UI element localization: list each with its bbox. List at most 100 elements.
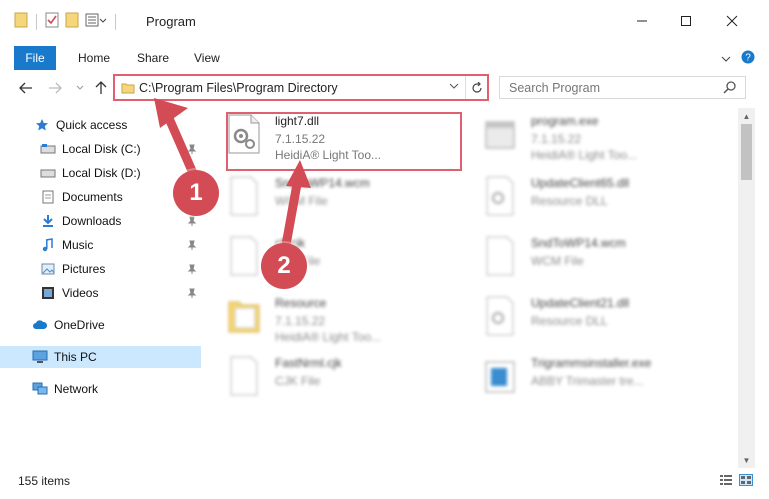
sidebar-item-label: This PC — [54, 350, 97, 364]
computer-icon — [32, 349, 48, 365]
minimize-button[interactable] — [628, 8, 656, 34]
list-item[interactable]: Trigrammsinstaller.exe ABBY Trimaster tr… — [469, 350, 709, 408]
folder-icon — [228, 301, 260, 333]
cloud-icon — [32, 317, 48, 333]
list-item[interactable]: UpdateClient65.dll Resource DLL — [469, 170, 709, 228]
file-icon — [230, 236, 258, 276]
navigation-pane: Quick access Local Disk (C:) Local Disk … — [0, 110, 205, 470]
scroll-up-icon[interactable]: ▲ — [738, 108, 755, 124]
sidebar-item-label: Local Disk (D:) — [62, 166, 141, 180]
tiles-view-icon[interactable] — [739, 474, 753, 489]
new-folder-icon[interactable] — [65, 12, 79, 31]
sidebar-item-videos[interactable]: Videos — [0, 282, 201, 304]
window-title: Program — [146, 14, 196, 29]
list-item[interactable]: FastNrml.cjk CJK File — [213, 350, 453, 408]
close-icon — [726, 15, 738, 27]
tab-file[interactable]: File — [14, 46, 56, 70]
forward-button[interactable] — [45, 79, 65, 97]
back-button[interactable] — [16, 79, 36, 97]
sidebar-item-label: Videos — [62, 286, 99, 300]
title-bar: Program — [0, 0, 769, 42]
pin-icon[interactable] — [187, 263, 197, 277]
maximize-button[interactable] — [672, 8, 700, 34]
list-item[interactable]: Resource 7.1.15.22 HeidiA® Light Too... — [213, 290, 453, 348]
sidebar-item-label: Music — [62, 238, 94, 252]
sidebar-item-local-disk-c[interactable]: Local Disk (C:) — [0, 138, 201, 160]
maximize-icon — [681, 16, 691, 26]
sidebar-item-documents[interactable]: Documents — [0, 186, 201, 208]
sidebar-item-music[interactable]: Music — [0, 234, 201, 256]
customize-toolbar-icon[interactable] — [85, 13, 107, 30]
chevron-down-icon[interactable] — [449, 81, 459, 93]
close-button[interactable] — [718, 8, 746, 34]
scroll-down-icon[interactable]: ▼ — [738, 452, 755, 468]
sidebar-item-quick-access[interactable]: Quick access — [0, 114, 201, 136]
search-input[interactable]: Search Program — [499, 76, 746, 99]
file-name: program.exe — [531, 114, 599, 128]
network-icon — [32, 381, 48, 397]
tab-view[interactable]: View — [194, 46, 220, 70]
drive-icon — [40, 141, 56, 157]
refresh-button[interactable] — [465, 76, 487, 99]
tab-share[interactable]: Share — [137, 46, 169, 70]
file-type: WCM File — [531, 254, 584, 268]
file-name: SndToWP14.wcm — [531, 236, 626, 250]
dll-file-icon — [486, 176, 514, 216]
folder-icon — [121, 81, 135, 98]
file-type: WCM File — [275, 194, 328, 208]
dll-file-icon — [486, 296, 514, 336]
list-item[interactable]: SndToWP14.wcm WCM File — [469, 230, 709, 288]
file-name: SndToWP14.wcm — [275, 176, 370, 190]
folder-icon[interactable] — [14, 12, 28, 31]
step-badge-2: 2 — [261, 243, 307, 289]
refresh-icon — [471, 81, 482, 93]
sidebar-item-label: Quick access — [56, 118, 128, 132]
highlight-box — [226, 112, 462, 171]
search-placeholder: Search Program — [509, 81, 601, 95]
address-bar[interactable]: C:\Program Files\Program Directory — [113, 74, 489, 101]
sidebar-item-local-disk-d[interactable]: Local Disk (D:) — [0, 162, 201, 184]
list-item[interactable]: UpdateClient21.dll Resource DLL — [469, 290, 709, 348]
file-icon — [230, 356, 258, 396]
list-item[interactable]: SndToWP14.wcm WCM File — [213, 170, 453, 228]
pin-icon[interactable] — [187, 287, 197, 301]
file-version: 7.1.15.22 — [531, 132, 582, 146]
expand-ribbon-icon[interactable] — [721, 52, 731, 66]
file-description: HeidiA® Light Too... — [531, 148, 638, 162]
scroll-thumb[interactable] — [741, 124, 752, 180]
sidebar-item-pictures[interactable]: Pictures — [0, 258, 201, 280]
sidebar-item-downloads[interactable]: Downloads — [0, 210, 201, 232]
sidebar-item-label: Documents — [62, 190, 123, 204]
sidebar-item-onedrive[interactable]: OneDrive — [0, 314, 201, 336]
file-name: UpdateClient21.dll — [531, 296, 630, 310]
up-button[interactable] — [91, 79, 111, 97]
help-icon[interactable]: ? — [741, 50, 755, 67]
file-type: CJK File — [275, 374, 321, 388]
downloads-icon — [40, 213, 56, 229]
sidebar-item-network[interactable]: Network — [0, 378, 201, 400]
navigation-bar: C:\Program Files\Program Directory Searc… — [0, 74, 769, 102]
list-item[interactable]: program.exe 7.1.15.22 HeidiA® Light Too.… — [469, 108, 709, 166]
toolbar-separator — [36, 13, 37, 30]
pin-icon[interactable] — [187, 239, 197, 253]
vertical-scrollbar[interactable]: ▲ ▼ — [738, 108, 755, 468]
ribbon: File Home Share View ? — [0, 46, 769, 70]
file-name: UpdateClient65.dll — [531, 176, 630, 190]
search-icon — [723, 80, 737, 97]
arrow-left-icon — [19, 82, 32, 94]
pin-icon[interactable] — [187, 215, 197, 229]
details-view-icon[interactable] — [719, 474, 733, 489]
tab-home[interactable]: Home — [78, 46, 110, 70]
sidebar-item-this-pc[interactable]: This PC — [0, 346, 201, 368]
sidebar-item-label: Network — [54, 382, 99, 396]
pictures-icon — [40, 261, 56, 277]
arrow-right-icon — [49, 82, 62, 94]
recent-locations-button[interactable] — [70, 79, 90, 97]
list-item[interactable]: cfl.cjk CJK File — [213, 230, 453, 288]
sidebar-item-label: OneDrive — [54, 318, 105, 332]
file-icon — [230, 176, 258, 216]
properties-icon[interactable] — [45, 12, 59, 31]
minimize-icon — [637, 20, 647, 22]
pin-icon[interactable] — [187, 143, 197, 157]
quick-access-toolbar — [14, 12, 118, 31]
